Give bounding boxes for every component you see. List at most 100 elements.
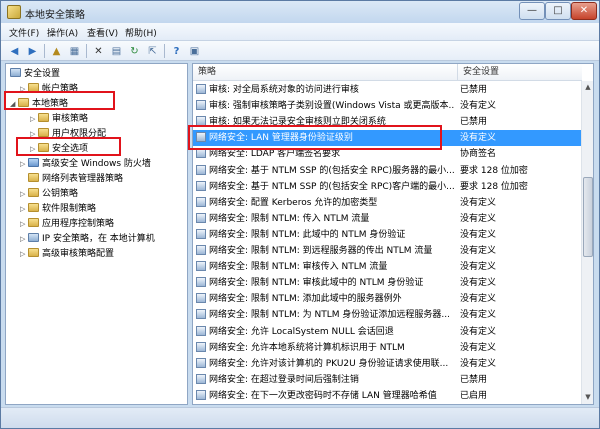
tree-item-advanced-audit[interactable]: ▷ 高级审核策略配置	[20, 247, 114, 261]
policy-name: 网络安全: 限制 NTLM: 传入 NTLM 流量	[196, 211, 454, 227]
back-icon[interactable]: ◀	[7, 44, 22, 58]
minimize-button[interactable]: —	[519, 2, 545, 20]
column-header-setting[interactable]: 安全设置	[458, 64, 582, 81]
tree-item-security-options[interactable]: ▷ 安全选项	[30, 142, 88, 156]
shield-icon	[28, 158, 39, 167]
policy-name: 网络安全: 限制 NTLM: 为 NTLM 身份验证添加远程服务器...	[196, 307, 454, 323]
table-row[interactable]: 网络安全: LDAP 客户端签名要求 协商签名	[193, 146, 581, 162]
table-row[interactable]: 网络安全: 限制 NTLM: 到远程服务器的传出 NTLM 流量 没有定义	[193, 243, 581, 259]
tree-pane: 安全设置 ▷ 帐户策略 ◢ 本地策略 ▷ 审核策略 ▷ 用户权限分配 ▷ 安全选项 ▷ 高级…	[5, 63, 188, 405]
policy-icon	[196, 148, 206, 159]
policy-setting: 没有定义	[460, 326, 497, 337]
show-tree-icon[interactable]: ▦	[67, 44, 82, 58]
window-title: 本地安全策略	[25, 10, 85, 21]
tree-item-app-control[interactable]: ▷ 应用程序控制策略	[20, 217, 114, 231]
tree-item-network-list[interactable]: 网络列表管理器策略	[20, 172, 123, 186]
policy-name: 网络安全: LDAP 客户端签名要求	[196, 146, 454, 162]
table-row[interactable]: 网络安全: 基于 NTLM SSP 的(包括安全 RPC)客户端的最小... 要求…	[193, 179, 581, 195]
policy-setting: 没有定义	[460, 213, 497, 224]
tree-item-firewall[interactable]: ▷ 高级安全 Windows 防火墙	[20, 157, 151, 171]
policy-setting: 已禁用	[460, 117, 488, 128]
policy-setting: 没有定义	[460, 229, 497, 240]
policy-icon	[196, 196, 206, 207]
policy-setting: 经典 - 对本地用户进行...	[460, 404, 580, 405]
view-icon[interactable]: ▣	[187, 44, 202, 58]
policy-setting: 没有定义	[460, 197, 497, 208]
toolbar: ◀ ▶ ▲ ▦ ✕ ▤ ↻ ⇱ ? ▣	[1, 41, 599, 61]
policy-name: 网络安全: LAN 管理器身份验证级别	[196, 130, 454, 146]
table-row[interactable]: 审核: 如果无法记录安全审核则立即关闭系统 已禁用	[193, 114, 581, 130]
column-header-policy[interactable]: 策略	[193, 64, 457, 81]
folder-icon	[28, 248, 39, 257]
policy-icon	[196, 389, 206, 400]
table-row[interactable]: 网络安全: 允许本地系统将计算机标识用于 NTLM 没有定义	[193, 340, 581, 356]
policy-setting: 没有定义	[460, 342, 497, 353]
table-row[interactable]: 审核: 强制审核策略子类别设置(Windows Vista 或更高版本... 没有…	[193, 98, 581, 114]
folder-icon	[18, 98, 29, 107]
help-icon[interactable]: ?	[169, 44, 184, 58]
policy-list-pane: 策略 安全设置 审核: 对全局系统对象的访问进行审核 已禁用 审核: 强制审核策略子…	[192, 63, 594, 405]
table-row[interactable]: 网络安全: 限制 NTLM: 添加此域中的服务器例外 没有定义	[193, 291, 581, 307]
menu-help[interactable]: 帮助(H)	[125, 26, 157, 39]
table-row[interactable]: 网络访问: 本地帐户的共享和安全模型 经典 - 对本地用户进行...	[193, 404, 581, 405]
table-row[interactable]: 网络安全: 配置 Kerberos 允许的加密类型 没有定义	[193, 195, 581, 211]
properties-icon[interactable]: ▤	[109, 44, 124, 58]
vertical-scrollbar[interactable]: ▲ ▼	[581, 81, 593, 404]
menu-view[interactable]: 查看(V)	[87, 26, 118, 39]
menu-file[interactable]: 文件(F)	[9, 26, 39, 39]
folder-icon	[28, 83, 39, 92]
refresh-icon[interactable]: ↻	[127, 44, 142, 58]
app-icon	[7, 5, 21, 19]
table-row[interactable]: 网络安全: LAN 管理器身份验证级别 没有定义	[193, 130, 581, 147]
folder-icon	[38, 143, 49, 152]
scroll-up-icon[interactable]: ▲	[583, 82, 593, 93]
network-icon	[28, 233, 39, 242]
table-row[interactable]: 审核: 对全局系统对象的访问进行审核 已禁用	[193, 82, 581, 98]
folder-icon	[28, 188, 39, 197]
scroll-thumb[interactable]	[583, 177, 593, 257]
close-button[interactable]: ✕	[571, 2, 597, 20]
policy-name: 审核: 对全局系统对象的访问进行审核	[196, 82, 454, 98]
table-row[interactable]: 网络安全: 限制 NTLM: 为 NTLM 身份验证添加远程服务器... 没有定义	[193, 307, 581, 323]
tree-item-audit-policy[interactable]: ▷ 审核策略	[30, 112, 88, 126]
policy-icon	[196, 341, 206, 352]
tree-item-local-policy[interactable]: ◢ 本地策略	[10, 97, 68, 111]
scroll-down-icon[interactable]: ▼	[583, 392, 593, 403]
table-row[interactable]: 网络安全: 在下一次更改密码时不存储 LAN 管理器哈希值 已启用	[193, 388, 581, 404]
up-icon[interactable]: ▲	[49, 44, 64, 58]
table-row[interactable]: 网络安全: 允许 LocalSystem NULL 会话回退 没有定义	[193, 324, 581, 340]
policy-name: 网络安全: 基于 NTLM SSP 的(包括安全 RPC)服务器的最小...	[196, 163, 454, 179]
forward-icon[interactable]: ▶	[25, 44, 40, 58]
policy-name: 审核: 强制审核策略子类别设置(Windows Vista 或更高版本...	[196, 98, 454, 114]
policy-icon	[196, 245, 206, 255]
tree-item-user-rights[interactable]: ▷ 用户权限分配	[30, 127, 106, 141]
export-icon[interactable]: ⇱	[145, 44, 160, 58]
policy-icon	[196, 309, 206, 320]
policy-setting: 没有定义	[460, 358, 497, 369]
policy-icon	[196, 228, 206, 239]
tree-item-ip-security[interactable]: ▷ IP 安全策略，在 本地计算机	[20, 232, 155, 246]
policy-icon	[196, 84, 206, 94]
policy-setting: 协商签名	[460, 149, 497, 160]
tree-root[interactable]: 安全设置	[10, 67, 60, 81]
table-row[interactable]: 网络安全: 限制 NTLM: 传入 NTLM 流量 没有定义	[193, 211, 581, 227]
tree-item-software-restriction[interactable]: ▷ 软件限制策略	[20, 202, 96, 216]
maximize-button[interactable]: □	[545, 2, 571, 20]
table-row[interactable]: 网络安全: 限制 NTLM: 审核传入 NTLM 流量 没有定义	[193, 259, 581, 275]
table-row[interactable]: 网络安全: 允许对该计算机的 PKU2U 身份验证请求使用联... 没有定义	[193, 356, 581, 372]
tree-item-public-key[interactable]: ▷ 公钥策略	[20, 187, 78, 201]
policy-name: 网络安全: 限制 NTLM: 审核此域中的 NTLM 身份验证	[196, 275, 454, 291]
tree-item-account-policy[interactable]: ▷ 帐户策略	[20, 82, 78, 96]
table-row[interactable]: 网络安全: 基于 NTLM SSP 的(包括安全 RPC)服务器的最小... 要求…	[193, 163, 581, 179]
policy-setting: 没有定义	[460, 262, 497, 273]
policy-setting: 要求 128 位加密	[460, 181, 528, 192]
table-row[interactable]: 网络安全: 限制 NTLM: 审核此域中的 NTLM 身份验证 没有定义	[193, 275, 581, 291]
policy-name: 网络安全: 允许本地系统将计算机标识用于 NTLM	[196, 340, 454, 356]
table-row[interactable]: 网络安全: 限制 NTLM: 此域中的 NTLM 身份验证 没有定义	[193, 227, 581, 243]
menu-action[interactable]: 操作(A)	[47, 26, 78, 39]
delete-icon[interactable]: ✕	[91, 44, 106, 58]
title-bar: 本地安全策略 — □ ✕	[1, 1, 599, 23]
policy-name: 网络安全: 允许 LocalSystem NULL 会话回退	[196, 324, 454, 340]
table-row[interactable]: 网络安全: 在超过登录时间后强制注销 已禁用	[193, 372, 581, 388]
policy-name: 网络安全: 限制 NTLM: 此域中的 NTLM 身份验证	[196, 227, 454, 243]
